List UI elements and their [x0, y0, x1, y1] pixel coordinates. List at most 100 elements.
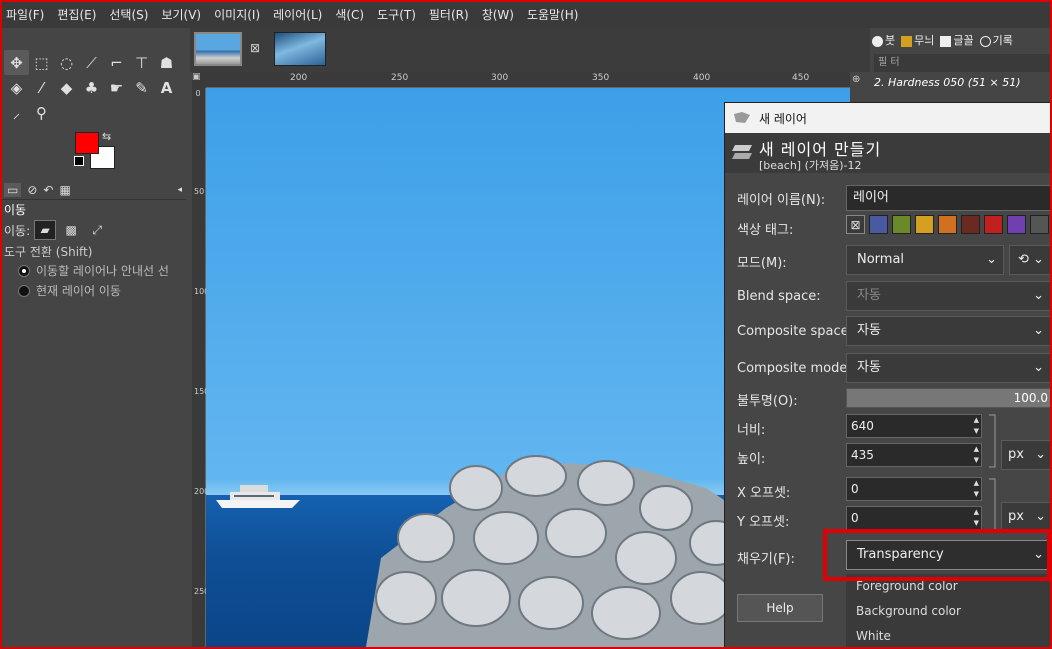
ruler-corner-icon[interactable]: ▣: [192, 72, 206, 88]
color-tag-blue[interactable]: [869, 215, 888, 234]
height-value: 435: [851, 448, 874, 462]
menu-colors[interactable]: 색(C): [335, 6, 364, 23]
opacity-slider[interactable]: 100.0: [846, 388, 1051, 408]
panel-menu-icon[interactable]: ◂: [177, 185, 182, 195]
spinner-arrows-icon[interactable]: ▲ ▼: [974, 507, 979, 529]
dialog-titlebar[interactable]: 새 레이어: [725, 103, 1051, 133]
swap-colors-icon[interactable]: ⇆: [102, 130, 111, 143]
menu-select[interactable]: 선택(S): [109, 6, 148, 23]
device-status-tab-icon[interactable]: ⊘: [27, 183, 37, 197]
opacity-label: 불투명(O):: [737, 394, 798, 409]
image-tabs-bar: ⊠: [190, 28, 870, 72]
ruler-left-label: 250: [194, 587, 210, 596]
menu-tools[interactable]: 도구(T): [377, 6, 416, 23]
size-unit-select[interactable]: px ⌄: [1001, 440, 1051, 470]
brush-filter-input[interactable]: 필 터: [874, 54, 1050, 72]
menu-filters[interactable]: 필터(R): [429, 6, 469, 23]
composite-space-label: Composite space:: [737, 324, 854, 339]
layer-name-input[interactable]: 레이어: [846, 185, 1051, 211]
text-tool-icon[interactable]: A: [154, 75, 179, 100]
history-icon: [979, 35, 991, 47]
menu-edit[interactable]: 편집(E): [57, 6, 96, 23]
lasso-icon[interactable]: ◌: [54, 50, 79, 75]
color-picker-icon[interactable]: ⸝: [4, 100, 29, 125]
zoom-icon[interactable]: ⚲: [29, 100, 54, 125]
move-tool-icon[interactable]: ✥: [4, 50, 29, 75]
blend-space-select[interactable]: 자동 ⌄: [846, 281, 1051, 311]
y-offset-spinner[interactable]: 0 ▲ ▼: [846, 506, 982, 530]
help-button[interactable]: Help: [737, 594, 823, 622]
color-tag-gray[interactable]: [1030, 215, 1049, 234]
undo-history-tab-icon[interactable]: ↶: [43, 183, 53, 197]
color-tag-yellow[interactable]: [915, 215, 934, 234]
default-colors-icon[interactable]: [74, 156, 84, 166]
width-spinner[interactable]: 640 ▲ ▼: [846, 414, 982, 438]
smudge-icon[interactable]: ☛: [104, 75, 129, 100]
image-tab-beach[interactable]: [194, 32, 242, 66]
color-tag-brown[interactable]: [961, 215, 980, 234]
menu-layer[interactable]: 레이어(L): [273, 6, 322, 23]
menu-file[interactable]: 파일(F): [6, 6, 44, 23]
color-tag-violet[interactable]: [1007, 215, 1026, 234]
spinner-arrows-icon[interactable]: ▲ ▼: [974, 415, 979, 437]
eraser-icon[interactable]: ◆: [54, 75, 79, 100]
warp-icon[interactable]: ☗: [154, 50, 179, 75]
color-tag-red[interactable]: [984, 215, 1003, 234]
composite-mode-select[interactable]: 자동 ⌄: [846, 353, 1051, 383]
radio-move-active-layer[interactable]: 현재 레이어 이동: [18, 282, 121, 299]
ruler-left: 0 50 100 150 200 250: [192, 88, 210, 647]
menu-image[interactable]: 이미지(I): [214, 6, 260, 23]
offset-unit-select[interactable]: px ⌄: [1001, 502, 1051, 532]
color-tag-none-icon[interactable]: ⊠: [846, 215, 865, 234]
color-tag-orange[interactable]: [938, 215, 957, 234]
tool-options-tabs: ▭ ⊘ ↶ ▦ ◂: [2, 180, 186, 200]
tab-fonts[interactable]: 글꼴: [940, 32, 974, 48]
dialog-header: 새 레이어 만들기 [beach] (가져옴)-12: [725, 133, 1051, 173]
tool-options-tab-icon[interactable]: ▭: [4, 182, 22, 197]
tab-patterns[interactable]: 무늬: [901, 32, 934, 48]
tab-history[interactable]: 기록: [979, 32, 1013, 48]
composite-space-select[interactable]: 자동 ⌄: [846, 316, 1051, 346]
foreground-color-swatch[interactable]: [75, 132, 99, 154]
move-path-mode-icon[interactable]: ⤢: [86, 220, 108, 240]
radio-move-active-layer-indicator[interactable]: [18, 284, 30, 297]
zoom-to-fit-icon[interactable]: ⊕: [852, 74, 866, 88]
width-label: 너비:: [737, 423, 766, 438]
x-offset-spinner[interactable]: 0 ▲ ▼: [846, 477, 982, 501]
chain-link-icon[interactable]: [987, 411, 997, 471]
spinner-arrows-icon[interactable]: ▲ ▼: [974, 478, 979, 500]
color-tag-green[interactable]: [892, 215, 911, 234]
clone-icon[interactable]: ♣: [79, 75, 104, 100]
rect-select-icon[interactable]: ⬚: [29, 50, 54, 75]
radio-pick-layer[interactable]: 이동할 레이어나 안내선 선: [18, 262, 169, 279]
mode-reset-button[interactable]: ⟲ ⌄: [1009, 245, 1051, 275]
ruler-top-label: 400: [693, 73, 711, 83]
tab-brushes[interactable]: 붓: [872, 32, 895, 48]
menu-windows[interactable]: 창(W): [482, 6, 514, 23]
crop-icon[interactable]: ⌐: [104, 50, 129, 75]
spinner-arrows-icon[interactable]: ▲ ▼: [974, 444, 979, 466]
chain-link-icon[interactable]: [987, 475, 997, 535]
images-tab-icon[interactable]: ▦: [59, 183, 70, 197]
toolbox-panel: ✥ ⬚ ◌ ⟋ ⌐ ⊤ ☗ ◈ ⁄ ◆ ♣ ☛ ✎ A ⸝ ⚲ ⇆ ▭ ⊘ ↶ …: [2, 28, 188, 647]
radio-pick-layer-indicator[interactable]: [18, 264, 30, 277]
blend-space-value: 자동: [857, 288, 881, 303]
close-icon[interactable]: ⊠: [250, 41, 260, 55]
paintbrush-icon[interactable]: ⁄: [29, 75, 54, 100]
bucket-fill-icon[interactable]: ◈: [4, 75, 29, 100]
height-spinner[interactable]: 435 ▲ ▼: [846, 443, 982, 467]
mode-select[interactable]: Normal ⌄: [846, 245, 1004, 275]
move-selection-mode-icon[interactable]: ▩: [60, 220, 82, 240]
move-layer-mode-icon[interactable]: ▰: [34, 220, 57, 240]
y-offset-label: Y 오프셋:: [737, 515, 790, 530]
menu-help[interactable]: 도움말(H): [527, 6, 579, 23]
fill-option-background[interactable]: Background color: [846, 599, 1051, 624]
paths-icon[interactable]: ✎: [129, 75, 154, 100]
fill-option-white[interactable]: White: [846, 624, 1051, 649]
fuzzy-select-icon[interactable]: ⟋: [79, 50, 104, 75]
dock-tabs: 붓 무늬 글꼴 기록: [872, 30, 1013, 50]
composite-mode-value: 자동: [857, 360, 881, 375]
unified-transform-icon[interactable]: ⊤: [129, 50, 154, 75]
menu-view[interactable]: 보기(V): [161, 6, 201, 23]
image-tab-2[interactable]: [274, 32, 326, 66]
